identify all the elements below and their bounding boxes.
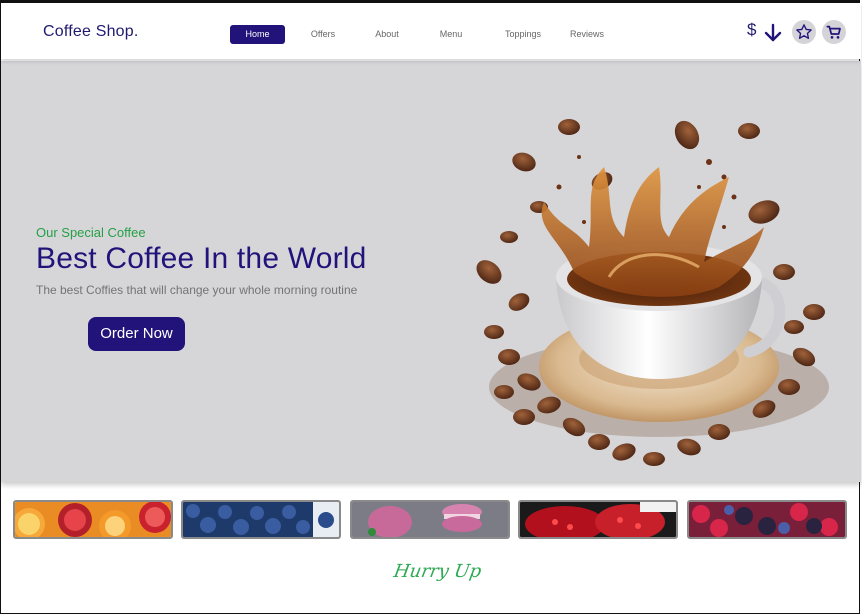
currency-symbol[interactable]: $ xyxy=(747,20,756,40)
macarons-image[interactable] xyxy=(350,500,510,539)
nav-offers[interactable]: Offers xyxy=(297,25,349,44)
oranges-image[interactable] xyxy=(13,500,173,539)
hero-headline: Best Coffee In the World xyxy=(36,242,367,275)
hero-kicker: Our Special Coffee xyxy=(36,225,146,240)
blueberries-image[interactable] xyxy=(181,500,341,539)
header-tools: $ xyxy=(747,17,847,47)
order-now-button[interactable]: Order Now xyxy=(88,317,185,351)
coffee-splash-image xyxy=(464,87,834,477)
nav-toppings[interactable]: Toppings xyxy=(496,25,550,44)
nav-home[interactable]: Home xyxy=(230,25,285,44)
berries-image[interactable] xyxy=(687,500,847,539)
nav-reviews[interactable]: Reviews xyxy=(561,25,613,44)
hurry-up-text: Hurry Up xyxy=(392,561,483,582)
hero-subline: The best Coffies that will change your w… xyxy=(36,283,358,297)
cart-icon[interactable] xyxy=(822,20,846,44)
pomegranate-image[interactable] xyxy=(518,500,678,539)
star-icon[interactable] xyxy=(792,20,816,44)
hero-section: Our Special Coffee Best Coffee In the Wo… xyxy=(1,61,861,482)
nav-menu[interactable]: Menu xyxy=(425,25,477,44)
nav-about[interactable]: About xyxy=(361,25,413,44)
brand-logo[interactable]: Coffee Shop. xyxy=(43,23,139,41)
top-navbar: Coffee Shop. Home Offers About Menu Topp… xyxy=(1,3,861,59)
arrow-down-icon[interactable] xyxy=(762,22,784,44)
